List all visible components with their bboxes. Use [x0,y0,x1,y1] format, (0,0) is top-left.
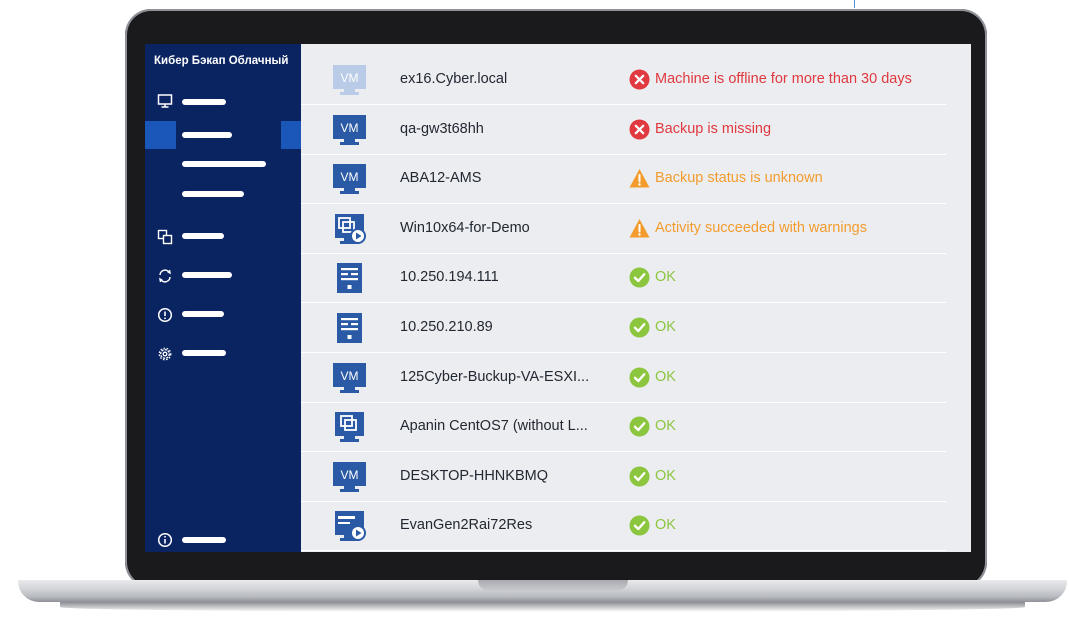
warning-icon [629,168,650,189]
device-row[interactable]: 10.250.194.111 OK [301,254,946,304]
copy-icon [157,229,173,245]
decorative-line [854,0,855,8]
sidebar-item-label-placeholder [182,233,224,239]
device-name[interactable]: 10.250.210.89 [400,319,610,335]
multi-vm-running-icon [333,213,366,244]
device-name[interactable]: qa-gw3t68hh [400,121,610,137]
sidebar-subitem-label-placeholder [182,132,232,138]
device-row[interactable]: VM qa-gw3t68hh Backup is missing [301,106,946,155]
check-icon [629,416,650,437]
laptop-notch [478,580,628,591]
laptop-shadow [60,602,1025,612]
sidebar: Кибер Бэкап Облачный [145,44,301,552]
device-status: OK [655,368,676,385]
app-title: Кибер Бэкап Облачный [154,55,289,67]
device-name[interactable]: 10.250.194.111 [400,269,610,285]
device-row[interactable]: Win10x64-for-Demo Activity succeeded with… [301,205,946,254]
device-name[interactable]: DESKTOP-HHNKBMQ [400,468,610,484]
device-status: Machine is offline for more than 30 days [655,71,912,87]
device-row[interactable]: VM ABA12-AMS Backup status is unknown [301,155,946,205]
device-status: OK [655,467,676,484]
error-icon [629,119,650,140]
monitor-icon [157,94,173,108]
svg-text:VM: VM [341,468,359,482]
svg-text:VM: VM [341,369,359,383]
device-row[interactable]: 10.250.210.89 OK [301,304,946,353]
sidebar-item-label-placeholder [182,311,224,317]
vm-icon: VM [333,362,366,393]
device-status: Activity succeeded with warnings [655,219,867,236]
vm-icon: VM [333,164,366,195]
gear-icon [158,347,172,361]
device-list: VM ex16.Cyber.local Machine is offline fo… [301,44,971,552]
device-row[interactable]: VM DESKTOP-HHNKBMQ OK [301,453,946,502]
sync-icon [159,269,171,283]
sidebar-item-label-placeholder [182,272,232,278]
device-status: Backup status is unknown [655,170,823,187]
sidebar-item-label-placeholder [182,537,226,543]
check-icon [629,515,650,536]
svg-text:VM: VM [341,170,359,184]
vm-icon: VM [333,114,366,145]
hyperv-running-icon [333,511,366,542]
vm-icon: VM [333,65,366,95]
info-icon [157,532,173,548]
sidebar-subitem-label-placeholder [182,161,266,167]
device-status: OK [655,319,676,335]
svg-text:VM: VM [341,121,359,135]
device-name[interactable]: 125Cyber-Buckup-VA-ESXI... [400,369,610,385]
device-row[interactable]: EvanGen2Rai72Res OK [301,502,946,552]
server-icon [333,263,366,294]
device-status: OK [655,418,676,435]
device-status: OK [655,269,676,286]
sidebar-subitem-label-placeholder [182,191,244,197]
server-icon [333,313,366,343]
app-screen: Кибер Бэкап Облачный VM ex16.Cyber.local… [145,44,971,552]
svg-text:VM: VM [341,71,359,85]
device-status: Backup is missing [655,120,772,137]
warning-icon [629,218,650,239]
device-status: OK [655,517,676,534]
device-name[interactable]: Win10x64-for-Demo [400,220,610,236]
device-row[interactable]: Apanin CentOS7 (without L... OK [301,403,946,453]
device-name[interactable]: EvanGen2Rai72Res [400,517,610,533]
device-name[interactable]: ABA12-AMS [400,170,610,186]
alert-icon [157,307,173,323]
check-icon [629,267,650,288]
multi-vm-icon [333,412,366,443]
sidebar-item-label-placeholder [182,99,226,105]
check-icon [629,466,650,487]
check-icon [629,317,650,338]
error-icon [629,69,650,90]
check-icon [629,367,650,388]
device-row[interactable]: VM ex16.Cyber.local Machine is offline fo… [301,56,946,105]
device-name[interactable]: Apanin CentOS7 (without L... [400,418,610,434]
vm-icon: VM [333,461,366,492]
device-name[interactable]: ex16.Cyber.local [400,71,610,87]
device-row[interactable]: VM 125Cyber-Buckup-VA-ESXI... OK [301,354,946,403]
sidebar-item-label-placeholder [182,350,226,356]
